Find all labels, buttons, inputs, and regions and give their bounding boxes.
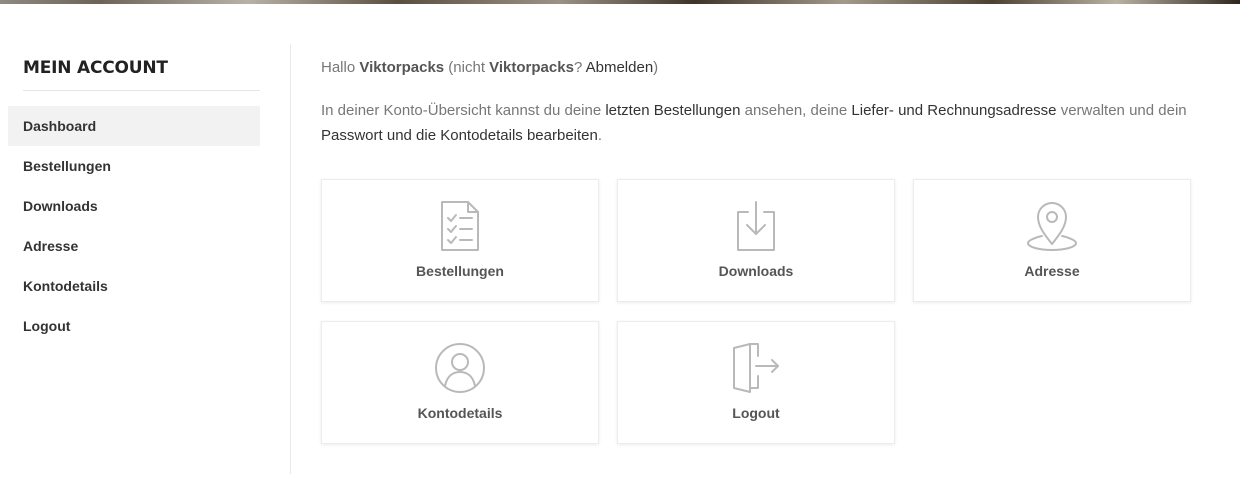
intro-text-4: . (597, 127, 603, 144)
greeting-hello: Hallo (321, 59, 360, 76)
user-icon (435, 343, 485, 393)
account-sidebar: MEIN ACCOUNT Dashboard Bestellungen Down… (8, 44, 260, 346)
card-kontodetails-label: Kontodetails (417, 405, 503, 421)
intro-text-1: In deiner Konto-Übersicht kannst du dein… (321, 102, 606, 119)
greeting-not-username: Viktorpacks (489, 59, 574, 76)
greeting-username: Viktorpacks (359, 59, 445, 76)
sidebar-title: MEIN ACCOUNT (23, 44, 260, 91)
intro-text-3: verwalten und dein (1056, 102, 1187, 119)
card-downloads-label: Downloads (718, 263, 794, 279)
card-downloads[interactable]: Downloads (617, 179, 895, 302)
vertical-divider (290, 44, 291, 474)
orders-list-icon (441, 201, 479, 251)
recent-orders-link[interactable]: letzten Bestellungen (605, 102, 740, 119)
addresses-link[interactable]: Liefer- und Rechnungsadresse (851, 102, 1056, 119)
logout-door-icon (733, 343, 779, 393)
card-adresse[interactable]: Adresse (913, 179, 1191, 302)
card-adresse-label: Adresse (1024, 263, 1080, 279)
dashboard-content: Hallo Viktorpacks (nicht Viktorpacks? Ab… (321, 58, 1201, 148)
greeting-not-prefix: (nicht (444, 59, 490, 76)
sidebar-item-dashboard[interactable]: Dashboard (8, 106, 260, 146)
sidebar-item-downloads[interactable]: Downloads (8, 186, 260, 226)
greeting-question: ? (573, 59, 586, 76)
intro-text-2: ansehen, deine (740, 102, 852, 119)
card-bestellungen-label: Bestellungen (416, 263, 504, 279)
logout-link[interactable]: Abmelden (586, 59, 654, 76)
account-details-link[interactable]: Passwort und die Kontodetails bearbeiten (321, 127, 598, 144)
intro-text: In deiner Konto-Übersicht kannst du dein… (321, 98, 1201, 148)
sidebar-item-kontodetails[interactable]: Kontodetails (8, 266, 260, 306)
account-nav: Dashboard Bestellungen Downloads Adresse… (8, 106, 260, 346)
sidebar-item-logout[interactable]: Logout (8, 306, 260, 346)
greeting-text: Hallo Viktorpacks (nicht Viktorpacks? Ab… (321, 58, 1201, 78)
card-bestellungen[interactable]: Bestellungen (321, 179, 599, 302)
sidebar-item-adresse[interactable]: Adresse (8, 226, 260, 266)
header-image-strip (0, 0, 1240, 4)
greeting-close: ) (653, 59, 659, 76)
card-kontodetails[interactable]: Kontodetails (321, 321, 599, 444)
download-icon (737, 201, 775, 251)
card-logout[interactable]: Logout (617, 321, 895, 444)
sidebar-item-bestellungen[interactable]: Bestellungen (8, 146, 260, 186)
card-logout-label: Logout (732, 405, 780, 421)
map-pin-icon (1027, 202, 1077, 251)
